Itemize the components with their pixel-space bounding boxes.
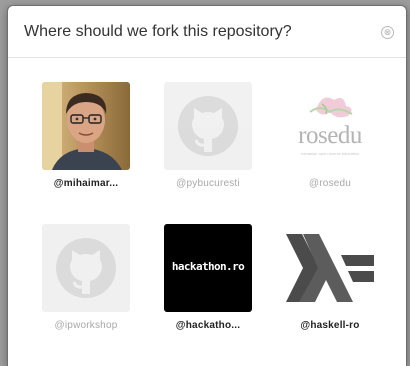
hackathon-logo-text: hackathon.ro: [171, 260, 245, 273]
fork-target-hackathon[interactable]: hackathon.ro @hackatho...: [148, 224, 268, 344]
fork-target-label: @ipworkshop: [54, 320, 118, 331]
hackathon-logo: hackathon.ro: [164, 224, 252, 312]
fork-target-mihaimar[interactable]: @mihaimar...: [26, 82, 146, 202]
fork-target-haskell-ro[interactable]: @haskell-ro: [270, 224, 390, 344]
user-photo-avatar: [42, 82, 130, 170]
fork-target-label: @hackatho...: [175, 320, 241, 331]
fork-target-pybucuresti: @pybucuresti: [148, 82, 268, 202]
dialog-title: Where should we fork this repository?: [24, 23, 292, 40]
fork-target-rosedu: rosedu romanian open source education @r…: [270, 82, 390, 202]
haskell-logo: [286, 224, 374, 312]
rosedu-logo-tagline: romanian open source education: [300, 151, 360, 156]
fork-target-label: @rosedu: [308, 178, 352, 189]
fork-target-label: @mihaimar...: [53, 178, 119, 189]
octocat-icon: [164, 82, 252, 170]
rosedu-logo: rosedu romanian open source education: [286, 82, 374, 170]
fork-dialog: Where should we fork this repository? ⊗: [7, 5, 407, 366]
octocat-icon: [42, 224, 130, 312]
close-icon[interactable]: ⊗: [381, 26, 394, 39]
fork-target-label: @haskell-ro: [300, 320, 360, 331]
fork-target-label: @pybucuresti: [176, 178, 240, 189]
fork-target-ipworkshop: @ipworkshop: [26, 224, 146, 344]
rosedu-logo-text: rosedu: [298, 122, 362, 149]
dialog-header: Where should we fork this repository? ⊗: [8, 6, 406, 58]
fork-target-grid: @mihaimar... @pybucuresti rosedu romania…: [8, 58, 406, 366]
